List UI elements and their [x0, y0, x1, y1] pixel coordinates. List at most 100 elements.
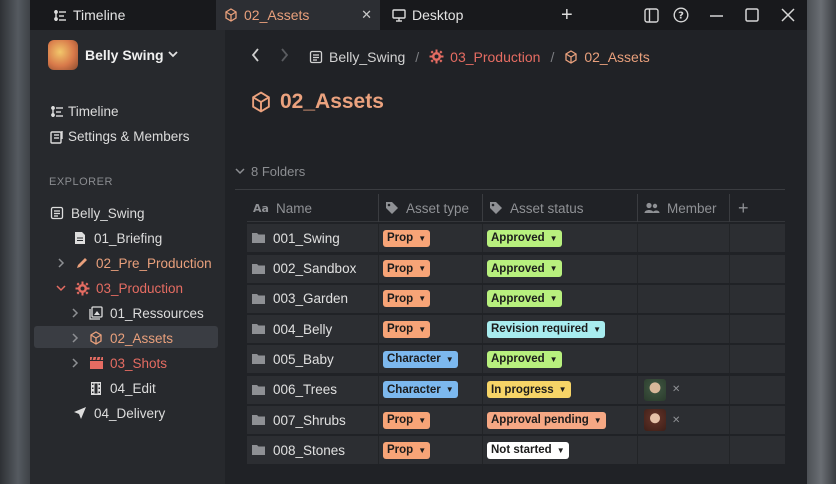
asset-type-dropdown[interactable]: Character ▼: [383, 350, 458, 368]
back-button[interactable]: [251, 46, 260, 67]
close-icon[interactable]: [781, 0, 795, 30]
svg-text:Aa: Aa: [253, 202, 269, 214]
asset-status-dropdown[interactable]: Approved ▼: [487, 350, 562, 368]
table-row[interactable]: 006_Trees Character ▼ In progress ▼ ✕: [247, 375, 785, 404]
asset-status-value: Not started: [491, 444, 552, 457]
cell-asset-type: Prop ▼: [379, 436, 483, 465]
asset-status-dropdown[interactable]: In progress ▼: [487, 381, 571, 399]
tree-item-label: 02_Pre_Production: [96, 255, 212, 271]
gear-icon: [74, 281, 90, 296]
asset-type-dropdown[interactable]: Prop ▼: [383, 229, 431, 247]
asset-type-dropdown[interactable]: Prop ▼: [383, 320, 431, 338]
cell-member[interactable]: ✕: [638, 406, 730, 435]
tab-desktop[interactable]: Desktop: [392, 0, 463, 30]
asset-type-dropdown[interactable]: Prop ▼: [383, 411, 431, 429]
tree-item-assets[interactable]: 02_Assets: [68, 327, 173, 349]
cell-member[interactable]: [638, 345, 730, 374]
cell-member[interactable]: [638, 224, 730, 253]
add-tab-button[interactable]: +: [561, 0, 573, 30]
add-column-button[interactable]: +: [730, 194, 785, 222]
cell-name[interactable]: 007_Shrubs: [247, 406, 379, 435]
tree-item-delivery[interactable]: 04_Delivery: [72, 402, 165, 424]
tab-label: Timeline: [73, 7, 126, 23]
close-tab-icon[interactable]: ✕: [361, 7, 372, 23]
cell-asset-type: Prop ▼: [379, 315, 483, 344]
tree-item-ressources[interactable]: 01_Ressources: [68, 302, 204, 324]
table-row[interactable]: 007_Shrubs Prop ▼ Approval pending ▼ ✕: [247, 406, 785, 435]
tree-item-pre-production[interactable]: 02_Pre_Production: [54, 252, 212, 274]
sidebar-item-label: Settings & Members: [68, 129, 190, 144]
column-header-asset-type[interactable]: Asset type: [379, 194, 483, 222]
project-switcher[interactable]: Belly Swing: [48, 40, 178, 70]
asset-status-dropdown[interactable]: Not started ▼: [487, 441, 569, 459]
tree-item-label: 01_Ressources: [110, 305, 204, 321]
tree-item-belly-swing[interactable]: Belly_Swing: [49, 202, 145, 224]
remove-member-icon[interactable]: ✕: [672, 415, 680, 426]
cell-member[interactable]: [638, 254, 730, 283]
project-avatar: [48, 40, 78, 70]
tab-assets[interactable]: 02_Assets ✕: [216, 0, 380, 30]
sidebar-item-settings-members[interactable]: Settings & Members: [49, 129, 190, 144]
cell-name[interactable]: 006_Trees: [247, 375, 379, 404]
cell-member[interactable]: [638, 315, 730, 344]
chevron-right-icon[interactable]: [68, 308, 82, 318]
cell-member[interactable]: [638, 436, 730, 465]
asset-status-dropdown[interactable]: Revision required ▼: [487, 320, 606, 338]
column-header-member[interactable]: Member: [638, 194, 730, 222]
maximize-icon[interactable]: [745, 0, 759, 30]
tree-item-edit[interactable]: 04_Edit: [88, 377, 156, 399]
table-row[interactable]: 003_Garden Prop ▼ Approved ▼: [247, 284, 785, 313]
images-icon: [88, 306, 104, 320]
column-header-asset-status[interactable]: Asset status: [483, 194, 638, 222]
cell-member[interactable]: [638, 284, 730, 313]
cell-name[interactable]: 008_Stones: [247, 436, 379, 465]
folder-name: 006_Trees: [273, 382, 338, 398]
tree-item-briefing[interactable]: 01_Briefing: [72, 227, 162, 249]
asset-type-dropdown[interactable]: Prop ▼: [383, 290, 431, 308]
table-row[interactable]: 005_Baby Character ▼ Approved ▼: [247, 345, 785, 374]
cell-name[interactable]: 002_Sandbox: [247, 254, 379, 283]
remove-member-icon[interactable]: ✕: [672, 384, 680, 395]
asset-status-value: In progress: [491, 383, 554, 396]
cell-asset-status: In progress ▼: [483, 375, 638, 404]
chevron-down-icon[interactable]: [54, 284, 68, 292]
cell-member[interactable]: ✕: [638, 375, 730, 404]
asset-status-dropdown[interactable]: Approved ▼: [487, 290, 562, 308]
cell-asset-status: Approved ▼: [483, 224, 638, 253]
breadcrumb: Belly_Swing / 03_Production / 02_Assets: [251, 46, 650, 67]
cell-asset-type: Prop ▼: [379, 254, 483, 283]
breadcrumb-item-assets[interactable]: 02_Assets: [584, 49, 649, 65]
asset-type-dropdown[interactable]: Prop ▼: [383, 260, 431, 278]
table-row[interactable]: 004_Belly Prop ▼ Revision required ▼: [247, 315, 785, 344]
forward-button[interactable]: [280, 46, 289, 67]
asset-status-dropdown[interactable]: Approval pending ▼: [487, 411, 606, 429]
folders-group-toggle[interactable]: 8 Folders: [235, 164, 305, 179]
breadcrumb-item-belly-swing[interactable]: Belly_Swing: [329, 49, 405, 65]
sidebar-item-timeline[interactable]: Timeline: [49, 104, 119, 119]
minimize-icon[interactable]: [709, 0, 724, 30]
cell-name[interactable]: 001_Swing: [247, 224, 379, 253]
column-header-name[interactable]: Aa Name: [247, 194, 379, 222]
chevron-right-icon[interactable]: [68, 333, 82, 343]
asset-type-dropdown[interactable]: Character ▼: [383, 381, 458, 399]
asset-status-dropdown[interactable]: Approved ▼: [487, 260, 562, 278]
tree-item-production[interactable]: 03_Production: [54, 277, 183, 299]
member-avatar[interactable]: [644, 409, 666, 432]
chevron-right-icon[interactable]: [68, 358, 82, 368]
help-icon[interactable]: ?: [673, 0, 689, 30]
table-row[interactable]: 008_Stones Prop ▼ Not started ▼: [247, 436, 785, 465]
chevron-right-icon[interactable]: [54, 258, 68, 268]
member-avatar[interactable]: [644, 378, 666, 401]
table-row[interactable]: 002_Sandbox Prop ▼ Approved ▼: [247, 254, 785, 283]
table-row[interactable]: 001_Swing Prop ▼ Approved ▼: [247, 224, 785, 253]
cell-name[interactable]: 003_Garden: [247, 284, 379, 313]
asset-type-dropdown[interactable]: Prop ▼: [383, 441, 431, 459]
sidebar-toggle-icon[interactable]: [644, 0, 659, 30]
folder-icon: [251, 263, 266, 275]
tab-timeline[interactable]: Timeline: [54, 0, 125, 30]
cell-name[interactable]: 005_Baby: [247, 345, 379, 374]
tree-item-shots[interactable]: 03_Shots: [68, 352, 167, 374]
breadcrumb-item-production[interactable]: 03_Production: [450, 49, 540, 65]
asset-status-dropdown[interactable]: Approved ▼: [487, 229, 562, 247]
cell-name[interactable]: 004_Belly: [247, 315, 379, 344]
